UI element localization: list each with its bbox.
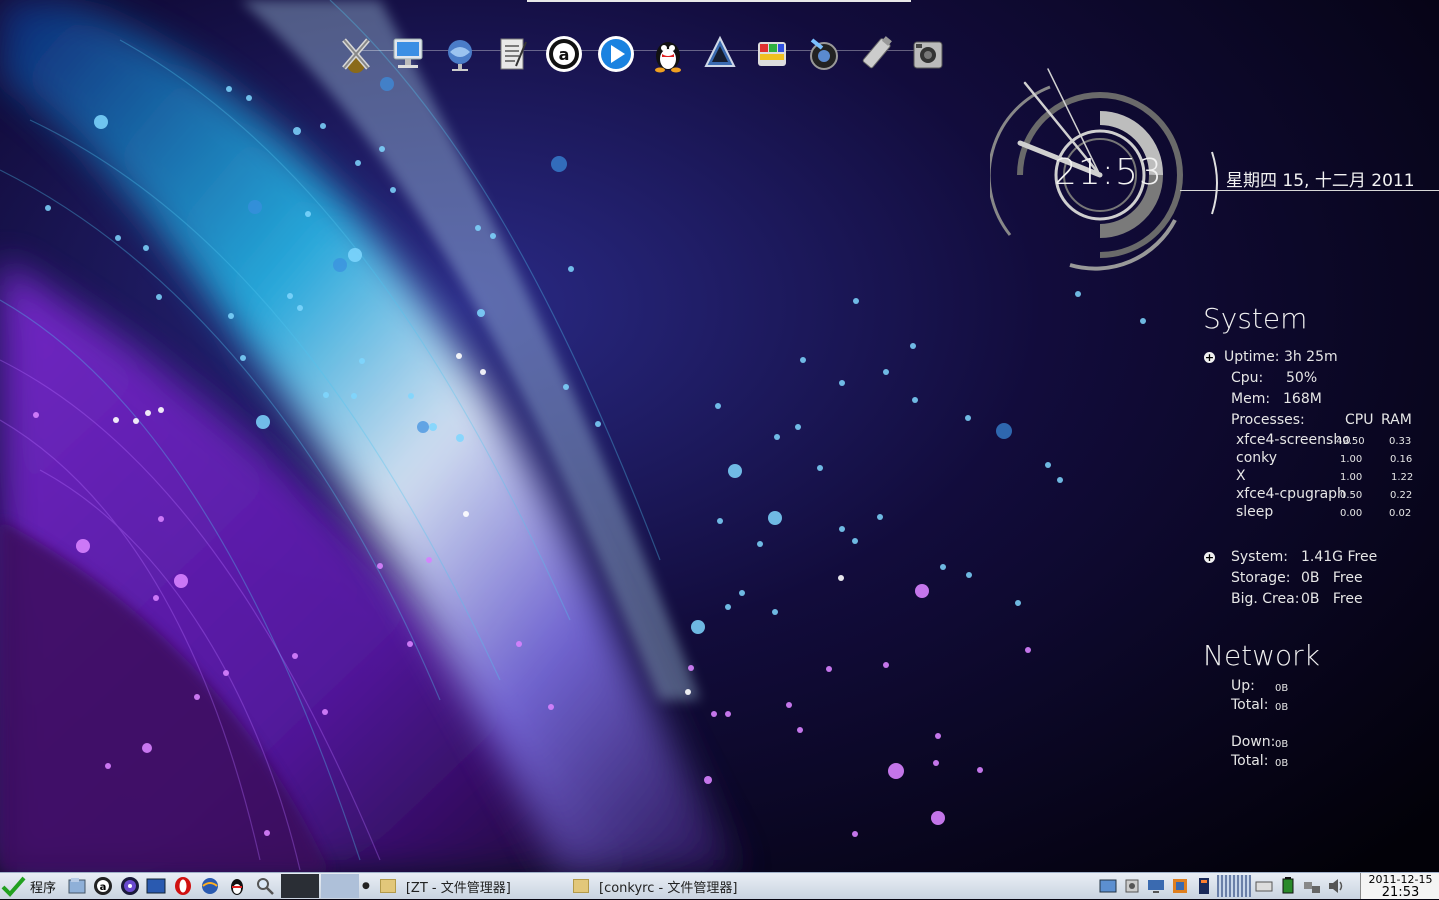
workspace-1[interactable] <box>281 874 319 898</box>
battery-icon[interactable] <box>1276 875 1300 897</box>
process-cpu: 49.50 <box>1336 436 1365 447</box>
media-launcher-icon[interactable] <box>119 876 141 896</box>
plus-bullet-icon: + <box>1204 551 1215 564</box>
net-up-total-value: 0B <box>1275 702 1289 713</box>
browser-globe-icon[interactable] <box>434 30 486 78</box>
storage-storage-value: 0B Free <box>1301 570 1363 586</box>
camera-lens-icon[interactable] <box>798 30 850 78</box>
conky-clock-date: 星期四 15, 十二月 2011 <box>1226 171 1415 191</box>
svg-text:a: a <box>100 882 107 893</box>
network-status-icon[interactable] <box>1192 875 1216 897</box>
folder-icon <box>573 879 589 893</box>
firewall-icon[interactable] <box>1168 875 1192 897</box>
keyboard-icon[interactable] <box>1252 875 1276 897</box>
task-label: [conkyrc - 文件管理器] <box>599 880 738 896</box>
net-down-value: 0B <box>1275 739 1289 750</box>
conky-clock-time: 21:53 <box>1054 152 1163 193</box>
processes-label: Processes: <box>1231 412 1305 428</box>
process-cpu: 1.00 <box>1340 454 1363 465</box>
taskbar-clock-time: 21:53 <box>1381 885 1420 900</box>
opera-launcher-icon[interactable] <box>172 876 194 896</box>
process-cpu: 1.00 <box>1340 472 1363 483</box>
svg-text:a: a <box>559 45 570 64</box>
cpu-value: 50% <box>1286 370 1318 386</box>
amule-icon[interactable]: a <box>538 30 590 78</box>
workspace-2[interactable] <box>321 874 359 898</box>
process-cpu: 0.00 <box>1340 508 1363 519</box>
screenshot-icon[interactable] <box>1096 875 1120 897</box>
qq-penguin-icon[interactable] <box>642 30 694 78</box>
network-connection-icon[interactable] <box>1300 875 1324 897</box>
plus-bullet-icon: + <box>1204 351 1215 364</box>
storage-system-value: 1.41G Free <box>1301 549 1378 565</box>
net-up-total-label: Total: <box>1231 697 1269 713</box>
file-manager-launcher-icon[interactable] <box>66 876 88 896</box>
application-dock: a <box>330 30 954 78</box>
system-tray <box>1096 874 1348 898</box>
desktop-wallpaper <box>0 0 1439 872</box>
computer-icon[interactable] <box>382 30 434 78</box>
task-conkyrc-file-manager[interactable]: [conkyrc - 文件管理器] <box>573 874 737 898</box>
taskbar: 程序 a ● [ZT - 文件管理器] [conkyrc - 文件管理器] 20… <box>0 872 1439 899</box>
desktop-launcher-icon[interactable] <box>145 876 167 896</box>
storage-bigcrea-value: 0B Free <box>1301 591 1363 607</box>
process-ram: 0.22 <box>1390 490 1413 501</box>
checkmark-icon <box>1 876 26 897</box>
network-section-title: Network <box>1203 639 1320 672</box>
process-ram: 0.33 <box>1389 436 1412 447</box>
applications-menu-label: 程序 <box>30 880 57 896</box>
task-bullet-icon: ● <box>362 881 370 891</box>
tools-icon[interactable] <box>1120 875 1144 897</box>
net-down-total-label: Total: <box>1231 753 1269 769</box>
media-player-icon[interactable] <box>590 30 642 78</box>
net-up-value: 0B <box>1275 683 1289 694</box>
camera-icon[interactable] <box>902 30 954 78</box>
ram-column-header: RAM <box>1381 412 1412 428</box>
net-down-label: Down: <box>1231 734 1276 750</box>
storage-system-label: System: <box>1231 549 1288 565</box>
process-name: sleep <box>1236 504 1274 520</box>
usb-drive-icon[interactable] <box>850 30 902 78</box>
uptime-label: Uptime: <box>1224 349 1280 365</box>
taskbar-clock[interactable]: 2011-12-15 21:53 <box>1360 873 1439 899</box>
storage-storage-label: Storage: <box>1231 570 1291 586</box>
process-name: conky <box>1236 450 1278 466</box>
net-up-label: Up: <box>1231 678 1255 694</box>
palette-icon[interactable] <box>746 30 798 78</box>
inkscape-icon[interactable] <box>694 30 746 78</box>
task-label: [ZT - 文件管理器] <box>405 880 511 896</box>
process-cpu: 0.50 <box>1340 490 1363 501</box>
crossover-icon[interactable] <box>330 30 382 78</box>
notes-icon[interactable] <box>486 30 538 78</box>
display-icon[interactable] <box>1144 875 1168 897</box>
folder-icon <box>379 879 396 893</box>
volume-icon[interactable] <box>1324 875 1348 897</box>
cpu-graph-icon <box>1216 875 1252 897</box>
system-section-title: System <box>1203 302 1308 335</box>
process-ram: 0.16 <box>1390 454 1413 465</box>
task-zt-file-manager[interactable]: ● [ZT - 文件管理器] <box>362 874 511 898</box>
process-name: xfce4-cpugraph <box>1236 486 1346 502</box>
process-ram: 0.02 <box>1389 508 1412 519</box>
storage-bigcrea-label: Big. Crea: <box>1231 591 1300 607</box>
mem-label: Mem: <box>1231 391 1271 407</box>
search-icon[interactable] <box>254 876 276 896</box>
mem-value: 168M <box>1283 391 1322 407</box>
applications-menu-button[interactable]: 程序 <box>0 873 64 899</box>
top-panel-strip <box>527 0 911 2</box>
uptime-row: Uptime: 3h 25m <box>1224 349 1338 365</box>
browser-launcher-icon[interactable] <box>199 876 221 896</box>
process-ram: 1.22 <box>1391 472 1414 483</box>
cpu-column-header: CPU <box>1345 412 1374 428</box>
qq-launcher-icon[interactable] <box>226 876 248 896</box>
uptime-value: 3h 25m <box>1283 349 1338 365</box>
net-down-total-value: 0B <box>1275 758 1289 769</box>
process-name: xfce4-screensho <box>1236 432 1351 448</box>
date-bracket <box>1211 151 1218 215</box>
amule-launcher-icon[interactable]: a <box>92 876 114 896</box>
process-name: X <box>1236 468 1246 484</box>
cpu-label: Cpu: <box>1231 370 1264 386</box>
